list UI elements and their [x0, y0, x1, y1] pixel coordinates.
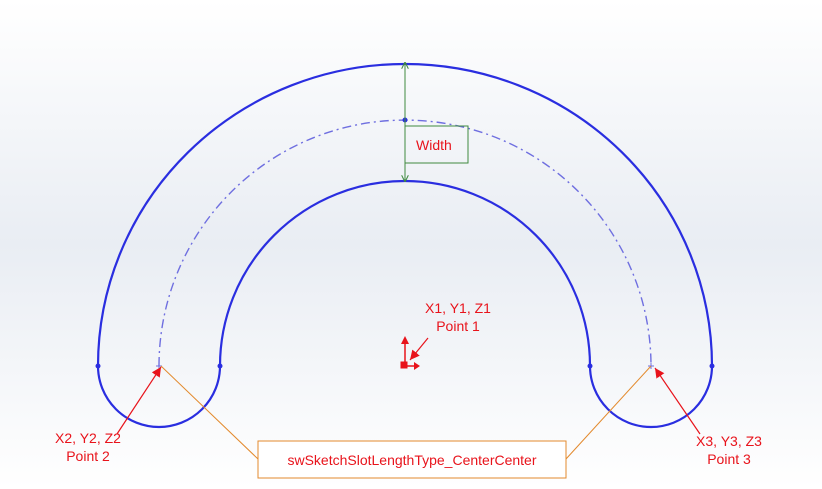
point1-name-label: Point 1: [436, 318, 480, 334]
endpoint-outer-right[interactable]: [709, 363, 715, 369]
endpoint-outer-left[interactable]: [95, 363, 101, 369]
sketch-canvas: Width X1, Y1, Z1 Point 1 X2, Y2, Z2 Poin…: [0, 0, 822, 489]
slot-type-label: swSketchSlotLengthType_CenterCenter: [287, 452, 536, 468]
point3-name-label: Point 3: [707, 451, 751, 467]
endpoint-inner-right[interactable]: [587, 363, 593, 369]
endpoint-inner-left[interactable]: [217, 363, 223, 369]
point3-coords-label: X3, Y3, Z3: [696, 433, 762, 449]
point1-coords-label: X1, Y1, Z1: [425, 300, 491, 316]
width-label: Width: [416, 137, 452, 153]
point2-coords-label: X2, Y2, Z2: [55, 430, 121, 446]
point2-name-label: Point 2: [66, 448, 110, 464]
